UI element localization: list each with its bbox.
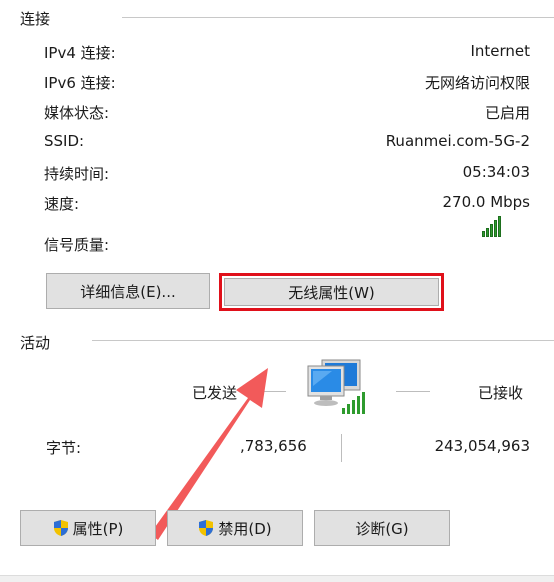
uac-shield-icon [53,520,68,536]
dialog-bottom-strip [0,575,554,582]
disable-button[interactable]: 禁用(D) [167,510,303,546]
diagnose-button[interactable]: 诊断(G) [314,510,450,546]
properties-button[interactable]: 属性(P) [20,510,156,546]
annotation-arrow [150,368,268,540]
uac-shield-icon [199,520,214,536]
disable-button-label: 禁用(D) [218,519,272,538]
properties-button-label: 属性(P) [72,519,124,538]
